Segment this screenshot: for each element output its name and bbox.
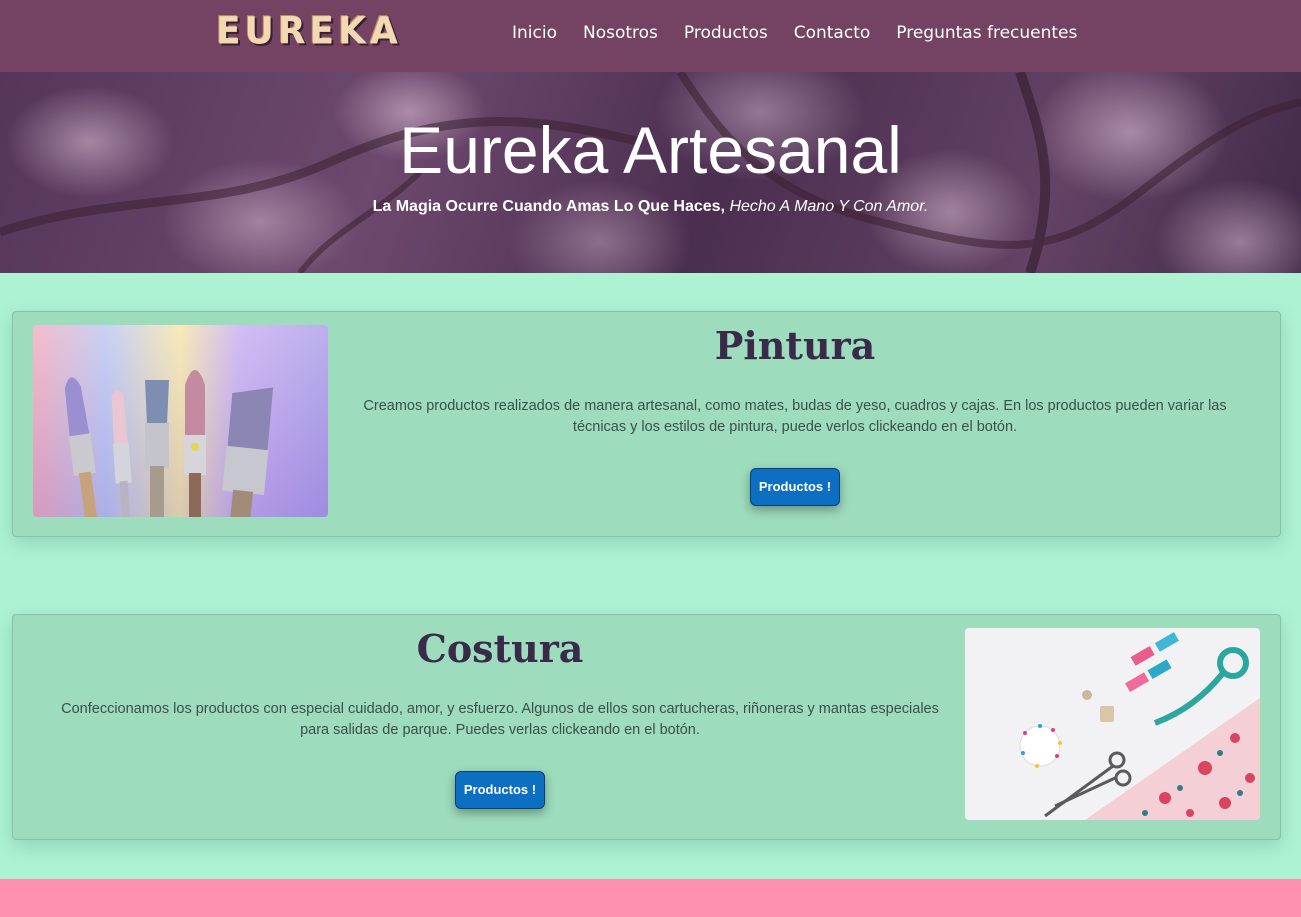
- productos-button-pintura[interactable]: Productos !: [749, 468, 841, 506]
- nav-link-nosotros[interactable]: Nosotros: [583, 20, 658, 46]
- paint-brushes-image: [33, 325, 328, 517]
- nav-link-preguntas-frecuentes[interactable]: Preguntas frecuentes: [896, 20, 1077, 46]
- card-title: Costura: [416, 626, 584, 671]
- hero-subtitle-italic: Hecho A Mano Y Con Amor.: [729, 198, 929, 215]
- hero-banner: Eureka Artesanal La Magia Ocurre Cuando …: [0, 72, 1301, 273]
- card-costura-body: Costura Confeccionamos los productos con…: [48, 623, 952, 809]
- sewing-supplies-icon: [1019, 632, 1260, 820]
- card-text: Creamos productos realizados de manera a…: [363, 398, 1227, 435]
- productos-button-costura[interactable]: Productos !: [454, 771, 546, 809]
- card-text: Confeccionamos los productos con especia…: [61, 701, 939, 738]
- nav-link-contacto[interactable]: Contacto: [794, 20, 871, 46]
- logo[interactable]: EUREKA: [216, 9, 402, 55]
- hero-subtitle-bold: La Magia Ocurre Cuando Amas Lo Que Haces…: [372, 198, 725, 215]
- card-costura: Costura Confeccionamos los productos con…: [12, 614, 1281, 840]
- hero-subtitle: La Magia Ocurre Cuando Amas Lo Que Haces…: [0, 196, 1301, 218]
- card-pintura-body: Pintura Creamos productos realizados de …: [338, 320, 1252, 506]
- sewing-supplies-image: [965, 628, 1260, 820]
- paint-brushes-icon: [64, 370, 274, 517]
- footer: [0, 879, 1301, 917]
- navbar: EUREKA Inicio Nosotros Productos Contact…: [0, 0, 1301, 72]
- main-nav: Inicio Nosotros Productos Contacto Pregu…: [512, 20, 1077, 46]
- card-title: Pintura: [714, 323, 876, 368]
- nav-link-inicio[interactable]: Inicio: [512, 20, 557, 46]
- card-pintura: Pintura Creamos productos realizados de …: [12, 311, 1281, 537]
- nav-link-productos[interactable]: Productos: [684, 20, 768, 46]
- hero-title: Eureka Artesanal: [399, 113, 902, 187]
